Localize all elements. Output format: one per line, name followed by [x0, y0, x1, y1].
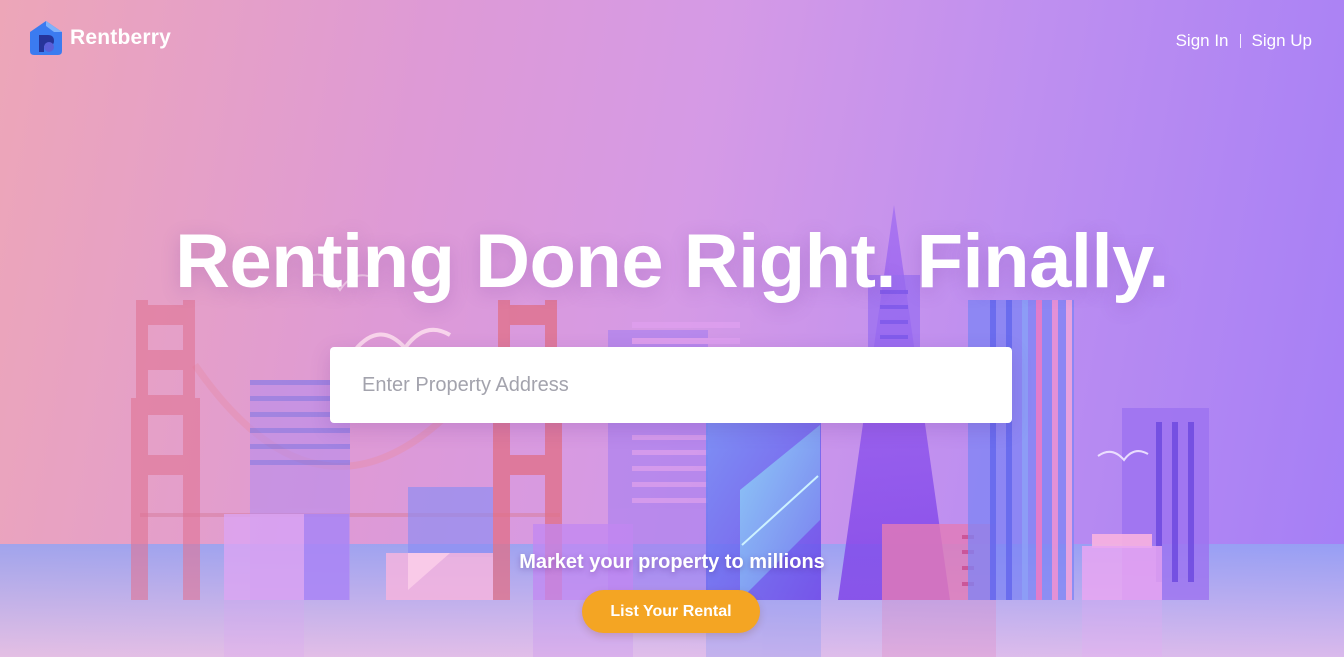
hero-section: Rentberry Sign In Sign Up Renting Done R… — [0, 0, 1344, 657]
address-search-box — [330, 347, 1012, 423]
hero-headline: Renting Done Right. Finally. — [175, 219, 1169, 304]
sign-in-link[interactable]: Sign In — [1176, 31, 1229, 51]
house-logo-icon — [30, 21, 62, 55]
hero-tagline: Market your property to millions — [519, 551, 825, 573]
top-navigation-bar: Rentberry Sign In Sign Up — [0, 0, 1344, 84]
sign-up-link[interactable]: Sign Up — [1252, 31, 1312, 51]
auth-divider — [1239, 34, 1241, 48]
brand-name: Rentberry — [70, 26, 171, 49]
auth-links: Sign In Sign Up — [1176, 31, 1312, 51]
brand-logo[interactable]: Rentberry — [28, 20, 171, 56]
list-your-rental-button[interactable]: List Your Rental — [582, 590, 760, 633]
property-address-input[interactable] — [330, 347, 1012, 423]
